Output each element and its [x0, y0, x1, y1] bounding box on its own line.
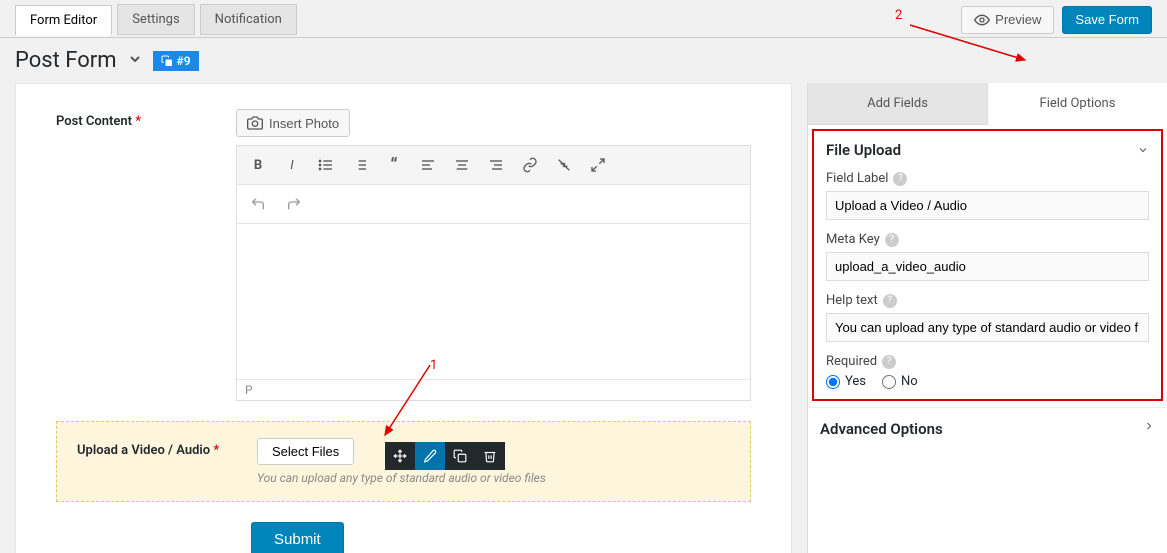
- bold-icon[interactable]: B: [243, 150, 273, 180]
- chevron-down-icon: [1137, 144, 1149, 156]
- move-icon[interactable]: [385, 442, 415, 470]
- camera-icon: [247, 115, 263, 131]
- panel-header-file-upload[interactable]: File Upload: [826, 141, 1149, 159]
- advanced-options-header[interactable]: Advanced Options: [808, 407, 1167, 450]
- align-left-icon[interactable]: [413, 150, 443, 180]
- editor-toolbar-row2: [237, 185, 750, 224]
- edit-icon[interactable]: [415, 442, 445, 470]
- insert-photo-button[interactable]: Insert Photo: [236, 109, 350, 137]
- help-icon[interactable]: ?: [893, 172, 907, 186]
- select-files-button[interactable]: Select Files: [257, 438, 354, 465]
- input-field-label[interactable]: [826, 191, 1149, 220]
- side-tabs: Add Fields Field Options: [808, 83, 1167, 125]
- annotation-number-1: 1: [430, 358, 437, 373]
- copy-icon: [161, 55, 173, 67]
- annotation-number-2: 2: [895, 8, 902, 23]
- duplicate-icon[interactable]: [445, 442, 475, 470]
- form-id-badge[interactable]: #9: [153, 51, 199, 71]
- title-row: Post Form #9: [0, 38, 1167, 83]
- bullet-list-icon[interactable]: [311, 150, 341, 180]
- label-field-label: Field Label ?: [826, 171, 1149, 186]
- top-bar: Form Editor Settings Notification Previe…: [0, 0, 1167, 38]
- submit-button[interactable]: Submit: [251, 522, 344, 553]
- canvas-column: Post Content * Insert Photo B I “: [0, 83, 807, 553]
- upload-label: Upload a Video / Audio *: [77, 438, 257, 485]
- delete-icon[interactable]: [475, 442, 505, 470]
- radio-yes-label: Yes: [845, 374, 866, 389]
- quote-icon[interactable]: “: [379, 150, 409, 180]
- field-hover-toolbar: [385, 442, 505, 470]
- label-meta-key: Meta Key ?: [826, 232, 1149, 247]
- editor-toolbar: B I “: [237, 146, 750, 185]
- redo-icon[interactable]: [279, 189, 309, 219]
- align-right-icon[interactable]: [481, 150, 511, 180]
- upload-help-text: You can upload any type of standard audi…: [257, 471, 730, 485]
- fullscreen-icon[interactable]: [583, 150, 613, 180]
- chevron-right-icon: [1143, 420, 1155, 432]
- required-star: *: [135, 114, 141, 129]
- required-star: *: [213, 443, 219, 458]
- link-icon[interactable]: [515, 150, 545, 180]
- italic-icon[interactable]: I: [277, 150, 307, 180]
- editor-content-area[interactable]: [237, 224, 750, 379]
- form-title: Post Form: [15, 48, 117, 73]
- undo-icon[interactable]: [243, 189, 273, 219]
- field-post-content: Post Content * Insert Photo B I “: [56, 109, 751, 401]
- radio-required-yes[interactable]: Yes: [826, 374, 866, 389]
- post-content-label: Post Content *: [56, 109, 236, 401]
- submit-row: Submit: [251, 522, 751, 553]
- help-icon[interactable]: ?: [885, 233, 899, 247]
- form-canvas: Post Content * Insert Photo B I “: [15, 83, 792, 553]
- input-meta-key[interactable]: [826, 252, 1149, 281]
- rich-editor: B I “: [236, 145, 751, 401]
- tab-notification[interactable]: Notification: [200, 4, 297, 35]
- post-content-body: Insert Photo B I “: [236, 109, 751, 401]
- field-upload[interactable]: Upload a Video / Audio * Select Files Yo…: [56, 421, 751, 502]
- align-center-icon[interactable]: [447, 150, 477, 180]
- radio-no-label: No: [901, 374, 918, 389]
- top-actions: Preview Save Form: [961, 6, 1152, 34]
- label-required: Required ?: [826, 354, 1149, 369]
- radio-yes-input[interactable]: [826, 375, 840, 389]
- eye-icon: [974, 12, 990, 28]
- chevron-down-icon[interactable]: [127, 51, 143, 71]
- numbered-list-icon[interactable]: [345, 150, 375, 180]
- help-icon[interactable]: ?: [882, 355, 896, 369]
- field-options-panel: File Upload Field Label ? Meta Key ? Hel…: [812, 129, 1163, 401]
- unlink-icon[interactable]: [549, 150, 579, 180]
- editor-status-bar: P: [237, 379, 750, 400]
- preview-label: Preview: [995, 12, 1041, 27]
- form-id-text: #9: [177, 54, 191, 68]
- main-area: Post Content * Insert Photo B I “: [0, 83, 1167, 553]
- label-help-text: Help text ?: [826, 293, 1149, 308]
- tab-form-editor[interactable]: Form Editor: [15, 5, 112, 36]
- insert-photo-label: Insert Photo: [269, 116, 339, 131]
- required-radio-group: Yes No: [826, 374, 1149, 389]
- primary-tabs: Form Editor Settings Notification: [15, 4, 297, 35]
- help-icon[interactable]: ?: [883, 294, 897, 308]
- save-form-button[interactable]: Save Form: [1062, 6, 1152, 34]
- tab-add-fields[interactable]: Add Fields: [808, 83, 987, 125]
- panel-header-text: File Upload: [826, 141, 901, 159]
- side-panel: Add Fields Field Options File Upload Fie…: [807, 83, 1167, 553]
- radio-required-no[interactable]: No: [882, 374, 918, 389]
- advanced-options-text: Advanced Options: [820, 420, 943, 438]
- tab-field-options[interactable]: Field Options: [987, 83, 1167, 125]
- preview-button[interactable]: Preview: [961, 6, 1054, 34]
- input-help-text[interactable]: [826, 313, 1149, 342]
- tab-settings[interactable]: Settings: [117, 4, 194, 35]
- radio-no-input[interactable]: [882, 375, 896, 389]
